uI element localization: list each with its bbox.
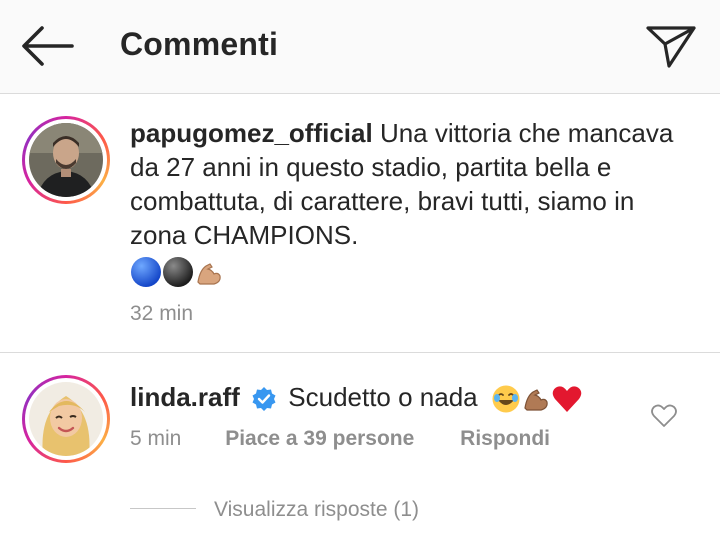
likes-count[interactable]: Piace a 39 persone bbox=[225, 427, 414, 450]
view-replies-link[interactable]: Visualizza risposte (1) bbox=[214, 498, 419, 522]
like-button[interactable] bbox=[650, 403, 678, 429]
comment-time: 5 min bbox=[130, 427, 182, 450]
post-caption: papugomez_official Una vittoria che manc… bbox=[0, 94, 720, 353]
share-button[interactable] bbox=[642, 20, 700, 72]
replies-divider bbox=[130, 508, 196, 509]
comment-username[interactable]: linda.raff bbox=[130, 382, 240, 412]
comment-body: Scudetto o nada bbox=[288, 382, 478, 412]
flexed-biceps-emoji bbox=[524, 389, 548, 411]
back-button[interactable] bbox=[16, 20, 78, 72]
post-username[interactable]: papugomez_official bbox=[130, 118, 373, 148]
comment-meta: 5 min Piace a 39 persone Rispondi bbox=[130, 427, 550, 451]
reply-button[interactable]: Rispondi bbox=[460, 427, 550, 450]
caption-text: papugomez_official Una vittoria che manc… bbox=[130, 116, 690, 252]
heart-outline-icon bbox=[651, 404, 677, 427]
flexed-biceps-emoji bbox=[197, 263, 221, 285]
arrow-left-icon bbox=[22, 26, 74, 66]
avatar bbox=[29, 382, 103, 456]
verified-badge-icon bbox=[252, 387, 276, 412]
caption-emojis bbox=[130, 256, 224, 288]
red-heart-emoji bbox=[552, 386, 582, 413]
top-bar: Commenti bbox=[0, 0, 720, 94]
story-ring[interactable] bbox=[22, 116, 110, 204]
page-title: Commenti bbox=[120, 26, 279, 62]
blue-circle-emoji bbox=[131, 257, 161, 287]
avatar bbox=[29, 123, 103, 197]
paper-plane-icon bbox=[646, 26, 696, 68]
comment-item: linda.raff Scudetto o nada 5 min Piace a… bbox=[0, 353, 720, 541]
post-time: 32 min bbox=[130, 302, 194, 325]
black-circle-emoji bbox=[163, 257, 193, 287]
comment-text: linda.raff Scudetto o nada bbox=[130, 379, 583, 415]
story-ring[interactable] bbox=[22, 375, 110, 463]
joy-emoji bbox=[492, 385, 520, 413]
